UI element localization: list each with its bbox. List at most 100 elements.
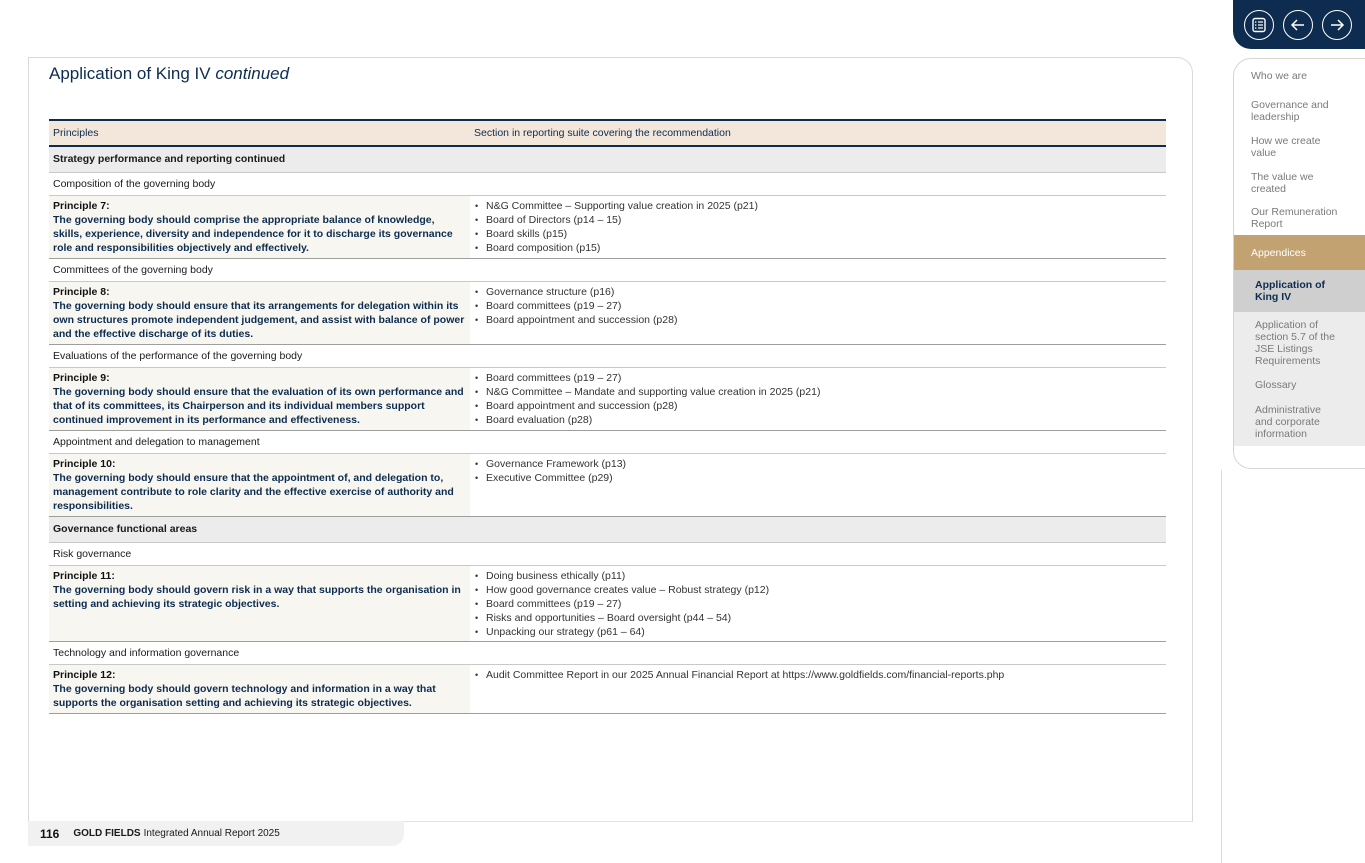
nav-subitem-glossary[interactable]: Glossary: [1234, 379, 1365, 391]
nav-subitem-administrative[interactable]: Administrative and corporate information: [1234, 404, 1338, 440]
page-title-main: Application of King IV: [49, 64, 211, 83]
reference-item[interactable]: Board appointment and succession (p28): [474, 313, 1162, 327]
section-navigation: Who we are Governance and leadership How…: [1233, 58, 1365, 469]
nav-subitem-jse[interactable]: Application of section 5.7 of the JSE Li…: [1234, 319, 1342, 367]
principle-label: Principle 8:: [53, 285, 110, 298]
reference-item[interactable]: Board skills (p15): [474, 227, 1162, 241]
principle-cell: Principle 7: The governing body should c…: [49, 195, 470, 259]
nav-subitem-king-iv[interactable]: Application of King IV: [1234, 270, 1365, 312]
principle-row: Principle 7: The governing body should c…: [49, 195, 1166, 259]
reference-list: Doing business ethically (p11) How good …: [474, 569, 1162, 639]
page-title: Application of King IV continued: [49, 64, 289, 84]
reference-cell: Audit Committee Report in our 2025 Annua…: [470, 664, 1166, 714]
previous-page-button[interactable]: [1283, 10, 1313, 40]
page-number: 116: [40, 826, 60, 841]
subheading: Committees of the governing body: [49, 258, 1166, 282]
sidebar-divider: [1221, 470, 1222, 863]
footer-publication: Integrated Annual Report 2025: [143, 828, 280, 839]
page-title-suffix: continued: [215, 64, 290, 83]
subheading-row: Composition of the governing body: [49, 172, 1166, 196]
principle-row: Principle 10: The governing body should …: [49, 453, 1166, 517]
reference-cell: N&G Committee – Supporting value creatio…: [470, 195, 1166, 259]
reference-item[interactable]: N&G Committee – Supporting value creatio…: [474, 199, 1162, 213]
subheading-row: Appointment and delegation to management: [49, 430, 1166, 454]
subheading-row: Technology and information governance: [49, 641, 1166, 665]
principle-text: The governing body should ensure that th…: [53, 385, 464, 426]
principle-cell: Principle 12: The governing body should …: [49, 664, 470, 714]
nav-item-value-created[interactable]: The value we created: [1234, 171, 1326, 195]
principle-label: Principle 11:: [53, 569, 115, 582]
page-footer: 116 GOLD FIELDS Integrated Annual Report…: [28, 821, 404, 846]
nav-toolbar: [1233, 0, 1365, 49]
reference-list: Governance Framework (p13) Executive Com…: [474, 457, 1162, 485]
subheading: Appointment and delegation to management: [49, 430, 1166, 454]
principle-text: The governing body should govern technol…: [53, 682, 436, 709]
subheading-row: Evaluations of the performance of the go…: [49, 344, 1166, 368]
header-principles: Principles: [49, 119, 470, 147]
principle-cell: Principle 11: The governing body should …: [49, 565, 470, 642]
section-heading: Governance functional areas: [49, 516, 1166, 543]
nav-item-create-value[interactable]: How we create value: [1234, 135, 1324, 159]
reference-item[interactable]: Board of Directors (p14 – 15): [474, 213, 1162, 227]
reference-item[interactable]: Board committees (p19 – 27): [474, 371, 1162, 385]
principle-label: Principle 10:: [53, 457, 116, 470]
reference-list: Audit Committee Report in our 2025 Annua…: [474, 668, 1162, 682]
subheading: Technology and information governance: [49, 641, 1166, 665]
principle-text: The governing body should comprise the a…: [53, 213, 453, 254]
reference-item[interactable]: Risks and opportunities – Board oversigh…: [474, 611, 1162, 625]
contents-icon: [1252, 17, 1266, 33]
reference-item[interactable]: Governance Framework (p13): [474, 457, 1162, 471]
subheading: Evaluations of the performance of the go…: [49, 344, 1166, 368]
reference-cell: Doing business ethically (p11) How good …: [470, 565, 1166, 642]
principle-row: Principle 9: The governing body should e…: [49, 367, 1166, 431]
arrow-right-icon: [1331, 19, 1345, 31]
subheading: Composition of the governing body: [49, 172, 1166, 196]
arrow-left-icon: [1290, 19, 1304, 31]
nav-item-appendices[interactable]: Appendices: [1234, 235, 1365, 270]
reference-cell: Governance structure (p16) Board committ…: [470, 281, 1166, 345]
nav-subitem-label: Application of King IV: [1255, 279, 1325, 303]
principle-row: Principle 8: The governing body should e…: [49, 281, 1166, 345]
principle-label: Principle 9:: [53, 371, 110, 384]
reference-cell: Governance Framework (p13) Executive Com…: [470, 453, 1166, 517]
reference-item[interactable]: Board committees (p19 – 27): [474, 597, 1162, 611]
principle-text: The governing body should govern risk in…: [53, 583, 461, 610]
reference-item[interactable]: Governance structure (p16): [474, 285, 1162, 299]
reference-item[interactable]: Board appointment and succession (p28): [474, 399, 1162, 413]
reference-item[interactable]: Board composition (p15): [474, 241, 1162, 255]
footer-brand: GOLD FIELDS: [73, 828, 141, 839]
reference-list: Governance structure (p16) Board committ…: [474, 285, 1162, 327]
header-section: Section in reporting suite covering the …: [470, 119, 1166, 147]
section-row: Governance functional areas: [49, 516, 1166, 543]
subheading-row: Risk governance: [49, 542, 1166, 566]
principle-text: The governing body should ensure that it…: [53, 299, 465, 340]
principle-label: Principle 12:: [53, 668, 116, 681]
nav-item-who-we-are[interactable]: Who we are: [1234, 70, 1365, 82]
reference-item[interactable]: Doing business ethically (p11): [474, 569, 1162, 583]
principle-label: Principle 7:: [53, 199, 110, 212]
contents-button[interactable]: [1244, 10, 1274, 40]
principle-row: Principle 12: The governing body should …: [49, 664, 1166, 714]
king-iv-table: Principles Section in reporting suite co…: [49, 119, 1166, 714]
principle-cell: Principle 10: The governing body should …: [49, 453, 470, 517]
subheading: Risk governance: [49, 542, 1166, 566]
section-heading: Strategy performance and reporting conti…: [49, 146, 1166, 173]
reference-item[interactable]: How good governance creates value – Robu…: [474, 583, 1162, 597]
principle-row: Principle 11: The governing body should …: [49, 565, 1166, 642]
reference-item[interactable]: N&G Committee – Mandate and supporting v…: [474, 385, 1162, 399]
reference-item[interactable]: Executive Committee (p29): [474, 471, 1162, 485]
reference-item[interactable]: Audit Committee Report in our 2025 Annua…: [474, 668, 1162, 682]
principle-cell: Principle 8: The governing body should e…: [49, 281, 470, 345]
nav-item-governance[interactable]: Governance and leadership: [1234, 99, 1346, 123]
section-row: Strategy performance and reporting conti…: [49, 146, 1166, 173]
next-page-button[interactable]: [1322, 10, 1352, 40]
table-header-row: Principles Section in reporting suite co…: [49, 119, 1166, 147]
reference-list: N&G Committee – Supporting value creatio…: [474, 199, 1162, 255]
reference-item[interactable]: Board committees (p19 – 27): [474, 299, 1162, 313]
nav-item-remuneration[interactable]: Our Remuneration Report: [1234, 206, 1362, 230]
reference-item[interactable]: Board evaluation (p28): [474, 413, 1162, 427]
principle-text: The governing body should ensure that th…: [53, 471, 454, 512]
subheading-row: Committees of the governing body: [49, 258, 1166, 282]
principle-cell: Principle 9: The governing body should e…: [49, 367, 470, 431]
reference-item[interactable]: Unpacking our strategy (p61 – 64): [474, 625, 1162, 639]
